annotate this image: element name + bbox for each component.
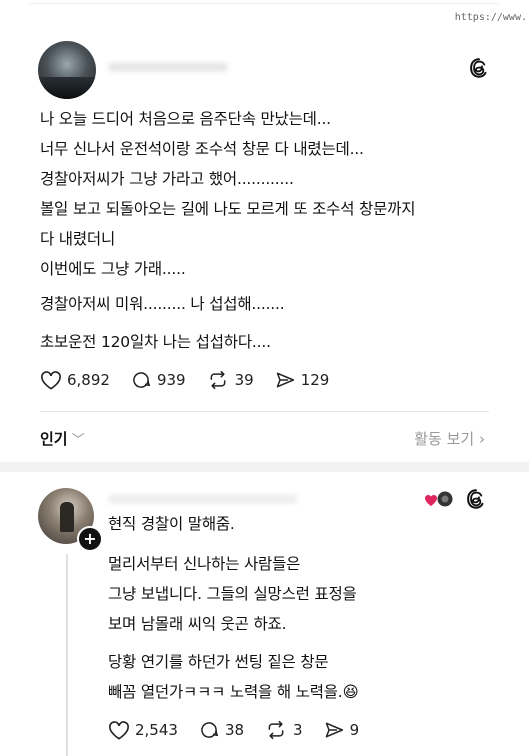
post-line: 나 오늘 드디어 처음으로 음주단속 만났는데... [40,110,331,128]
reply-author-name-blurred[interactable] [108,494,298,504]
post-action-bar: 6,892 939 39 129 [40,370,349,390]
post-line: 경찰아저씨 미워......... 나 섭섭해....... [40,295,285,313]
like-count: 6,892 [67,371,110,389]
activity-label: 활동 보기 [414,430,475,448]
post-line: 너무 신나서 운전석이랑 조수석 창문 다 내렸는데... [40,140,364,158]
heart-icon [109,721,129,740]
reply-line: 멀리서부터 신나하는 사람들은 [108,555,301,573]
section-divider [40,411,489,412]
reply-comment-button[interactable]: 38 [198,720,244,740]
reply-paragraph-2: 멀리서부터 신나하는 사람들은 그냥 보냅니다. 그들의 실망스런 표정을 보며… [108,549,357,639]
post-line: 다 내렸더니 [40,230,116,248]
reply-line-text: 빼꼼 열던가ㅋㅋㅋ 노력을 해 노력을. [108,683,343,701]
comment-icon [133,372,151,388]
reply-line: 현직 경찰이 말해줌. [108,515,235,533]
share-count: 129 [300,371,330,389]
view-activity-link[interactable]: 활동 보기 › [414,428,485,449]
chevron-down-icon: ﹀ [71,433,85,448]
post-line: 경찰아저씨가 그냥 가라고 했어............ [40,170,294,188]
reply-line: 그냥 보냅니다. 그들의 실망스런 표정을 [108,585,357,603]
post-line: 초보운전 120일차 나는 섭섭하다.... [40,333,271,351]
plus-icon[interactable]: + [77,526,103,552]
threads-logo-icon[interactable] [468,57,490,79]
share-icon [276,372,294,388]
comment-icon [201,722,219,738]
repost-icon [210,370,226,390]
sort-label: 인기 [40,430,68,448]
reply-line: 보며 남몰래 씨익 웃곤 하죠. [108,615,287,633]
reply-thread-line [66,554,68,756]
comment-count: 939 [156,371,186,389]
like-button[interactable]: 6,892 [40,370,110,390]
post-line: 이번에도 그냥 가래..... [40,260,186,278]
top-divider [30,3,499,4]
heart-icon [41,371,61,390]
threads-logo-icon[interactable] [465,488,487,510]
author-name-blurred[interactable] [108,62,228,72]
post-line: 볼일 보고 되돌아오는 길에 나도 모르게 또 조수석 창문까지 [40,200,416,218]
url-fragment: https://www. [454,12,527,23]
reply-share-count: 9 [349,721,360,739]
share-button[interactable]: 129 [274,370,330,390]
repost-count: 39 [234,371,254,389]
share-icon [325,722,343,738]
repost-icon [268,720,284,740]
reply-line: 빼꼼 열던가ㅋㅋㅋ 노력을 해 노력을.😆 [108,677,359,707]
reply-like-button[interactable]: 2,543 [108,720,178,740]
laughing-emoji: 😆 [342,683,359,701]
section-separator [0,462,529,472]
sort-popular-dropdown[interactable]: 인기 ﹀ [40,428,85,449]
comment-button[interactable]: 939 [130,370,186,390]
post-body-paragraph-1: 나 오늘 드디어 처음으로 음주단속 만났는데... 너무 신나서 운전석이랑 … [40,104,415,284]
liked-by-author-icon [425,491,453,507]
author-avatar[interactable] [38,41,96,99]
reply-repost-button[interactable]: 3 [264,720,303,740]
reply-paragraph-3: 당황 연기를 하던가 썬팅 짙은 창문 빼꼼 열던가ㅋㅋㅋ 노력을 해 노력을.… [108,647,359,707]
repost-button[interactable]: 39 [206,370,254,390]
reply-repost-count: 3 [293,721,303,739]
reply-line: 당황 연기를 하던가 썬팅 짙은 창문 [108,653,329,671]
reply-action-bar: 2,543 38 3 9 [108,720,379,740]
reply-share-button[interactable]: 9 [323,720,360,740]
reply-comment-count: 38 [224,721,245,739]
chevron-right-icon: › [479,430,485,448]
reply-like-count: 2,543 [135,721,178,739]
